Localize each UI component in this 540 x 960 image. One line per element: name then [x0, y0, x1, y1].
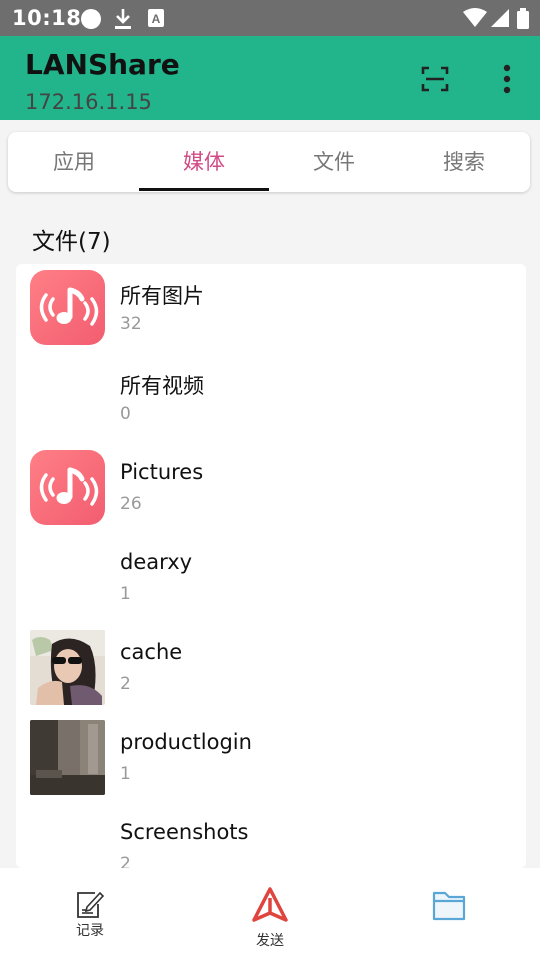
folder-count: 26: [120, 494, 142, 514]
app-bar: LANShare 172.16.1.15: [0, 36, 540, 120]
folder-count: 1: [120, 764, 131, 784]
a-box-icon: A: [148, 9, 164, 27]
nav-records-label: 记录: [76, 923, 104, 939]
list-item[interactable]: Pictures 26: [16, 444, 526, 534]
more-options-icon[interactable]: [492, 62, 522, 96]
folder-count: 32: [120, 314, 142, 334]
folder-name: cache: [120, 640, 183, 664]
section-title: 文件(7): [32, 229, 111, 255]
folder-count: 2: [120, 674, 131, 694]
tab-files[interactable]: 文件: [269, 132, 399, 192]
wifi-icon: [463, 8, 487, 27]
folder-name: 所有视频: [120, 374, 204, 398]
svg-text:A: A: [152, 12, 161, 26]
nav-records[interactable]: 记录: [35, 868, 145, 960]
battery-icon: [517, 8, 529, 29]
nav-files[interactable]: [395, 868, 505, 960]
list-item[interactable]: cache 2: [16, 624, 526, 714]
folder-count: 2: [120, 854, 131, 868]
signal-icon: [491, 9, 509, 27]
tab-search[interactable]: 搜索: [399, 132, 529, 192]
ip-address: 172.16.1.15: [25, 90, 152, 114]
room-photo-thumbnail: [30, 720, 105, 795]
list-item[interactable]: dearxy 1: [16, 534, 526, 624]
app-title: LANShare: [25, 48, 180, 81]
folder-name: productlogin: [120, 730, 252, 754]
folder-list: 所有图片 32 所有视频 0 Pictures 26 dearxy 1 cach…: [16, 264, 526, 868]
folder-count: 1: [120, 584, 131, 604]
circle-icon: [81, 9, 101, 29]
bottom-nav: 记录 发送: [0, 868, 540, 960]
folder-name: Pictures: [120, 460, 204, 484]
folder-name: dearxy: [120, 550, 193, 574]
nav-send-label: 发送: [256, 933, 284, 949]
notepad-icon: [77, 891, 105, 918]
music-icon: [30, 450, 105, 525]
folder-name: Screenshots: [120, 820, 249, 844]
list-item[interactable]: 所有视频 0: [16, 354, 526, 444]
folder-icon: [432, 891, 466, 921]
scan-icon[interactable]: [418, 62, 452, 96]
music-icon: [30, 270, 105, 345]
portrait-photo-thumbnail: [30, 630, 105, 705]
tab-media[interactable]: 媒体: [139, 132, 269, 192]
tab-bar: 应用 媒体 文件 搜索: [8, 132, 530, 192]
folder-count: 0: [120, 404, 131, 424]
list-item[interactable]: 所有图片 32: [16, 264, 526, 354]
list-item[interactable]: productlogin 1: [16, 714, 526, 804]
active-tab-indicator: [139, 188, 269, 191]
folder-name: 所有图片: [120, 284, 204, 308]
status-bar: 10:18 A: [0, 0, 540, 36]
tab-apps[interactable]: 应用: [9, 132, 139, 192]
list-item[interactable]: Screenshots 2: [16, 804, 526, 868]
send-icon: [252, 887, 288, 922]
download-icon: [115, 9, 131, 29]
status-time: 10:18: [12, 6, 82, 30]
nav-send[interactable]: 发送: [215, 868, 325, 960]
